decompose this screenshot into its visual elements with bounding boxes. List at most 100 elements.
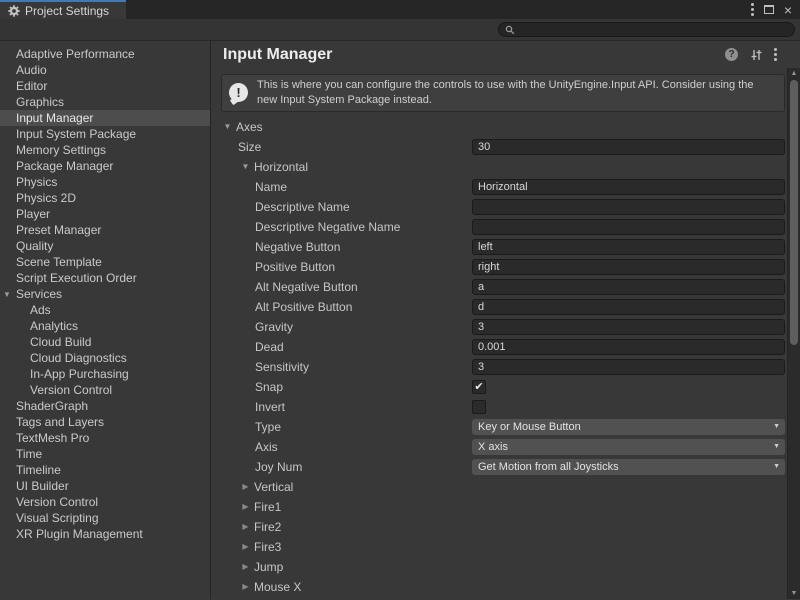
foldout-open-icon[interactable]: ▼ [223,122,232,131]
setting-label[interactable]: Vertical [254,480,293,494]
snap-checkbox[interactable]: ✔ [472,380,486,394]
positive-button-input[interactable] [472,259,785,275]
size-input[interactable] [472,139,785,155]
foldout-open-icon[interactable]: ▼ [241,162,250,171]
tab-project-settings[interactable]: Project Settings [0,0,126,19]
info-icon: ! [229,83,248,102]
sidebar-item-editor[interactable]: Editor [0,78,210,94]
sidebar-item-input-system-package[interactable]: Input System Package [0,126,210,142]
axis-dropdown[interactable]: X axis▼ [472,439,785,455]
close-icon[interactable]: × [784,3,792,17]
setting-label[interactable]: Mouse X [254,580,301,594]
foldout-closed-icon[interactable]: ▶ [241,542,250,551]
sidebar-item-analytics[interactable]: Analytics [0,318,210,334]
dropdown-value: Key or Mouse Button [478,421,581,433]
setting-label: Axis [255,440,278,454]
invert-checkbox[interactable] [472,400,486,414]
foldout-closed-icon[interactable]: ▶ [241,562,250,571]
sidebar-item-textmesh-pro[interactable]: TextMesh Pro [0,430,210,446]
name-input[interactable] [472,179,785,195]
dropdown-arrow-icon: ▼ [773,463,780,470]
sidebar-item-time[interactable]: Time [0,446,210,462]
sidebar-item-label: Scene Template [16,255,102,269]
sidebar-item-cloud-build[interactable]: Cloud Build [0,334,210,350]
descriptive-negative-name-input[interactable] [472,219,785,235]
scroll-up-icon[interactable]: ▲ [788,70,800,77]
alt-positive-button-input[interactable] [472,299,785,315]
scroll-down-icon[interactable]: ▼ [788,590,800,597]
setting-label[interactable]: Fire3 [254,540,281,554]
foldout-closed-icon[interactable]: ▶ [241,522,250,531]
info-box: ! This is where you can configure the co… [221,74,785,112]
setting-label: Name [255,180,287,194]
gravity-input[interactable] [472,319,785,335]
sidebar-item-audio[interactable]: Audio [0,62,210,78]
sidebar-item-ads[interactable]: Ads [0,302,210,318]
sidebar-item-timeline[interactable]: Timeline [0,462,210,478]
setting-label: Dead [255,340,284,354]
more-menu-icon[interactable] [774,53,777,56]
sidebar-item-physics-2d[interactable]: Physics 2D [0,190,210,206]
sidebar-item-graphics[interactable]: Graphics [0,94,210,110]
setting-label[interactable]: Fire2 [254,520,281,534]
sidebar-item-label: Version Control [16,495,98,509]
settings-sidebar: Adaptive PerformanceAudioEditorGraphicsI… [0,41,211,599]
setting-row-sensitivity: Sensitivity [211,357,800,377]
sidebar-item-preset-manager[interactable]: Preset Manager [0,222,210,238]
sidebar-item-label: Cloud Build [30,335,91,349]
foldout-closed-icon[interactable]: ▶ [241,482,250,491]
setting-label: Size [238,140,261,154]
sidebar-item-memory-settings[interactable]: Memory Settings [0,142,210,158]
window-menu-icon[interactable] [751,8,754,11]
sidebar-item-tags-and-layers[interactable]: Tags and Layers [0,414,210,430]
setting-label[interactable]: Fire1 [254,500,281,514]
sidebar-item-physics[interactable]: Physics [0,174,210,190]
scrollbar-thumb[interactable] [790,80,798,345]
sidebar-item-scene-template[interactable]: Scene Template [0,254,210,270]
foldout-closed-icon[interactable]: ▶ [241,502,250,511]
negative-button-input[interactable] [472,239,785,255]
project-settings-window: Project Settings × Adaptive PerformanceA… [0,0,800,599]
sidebar-item-label: ShaderGraph [16,399,88,413]
sidebar-item-label: Graphics [16,95,64,109]
help-icon[interactable]: ? [725,48,738,61]
sidebar-item-input-manager[interactable]: Input Manager [0,110,210,126]
descriptive-name-input[interactable] [472,199,785,215]
sidebar-item-package-manager[interactable]: Package Manager [0,158,210,174]
foldout-open-icon[interactable]: ▼ [3,290,11,299]
setting-label[interactable]: Jump [254,560,283,574]
type-dropdown[interactable]: Key or Mouse Button▼ [472,419,785,435]
sidebar-item-cloud-diagnostics[interactable]: Cloud Diagnostics [0,350,210,366]
sidebar-item-script-execution-order[interactable]: Script Execution Order [0,270,210,286]
setting-label[interactable]: Horizontal [254,160,308,174]
sidebar-item-label: Preset Manager [16,223,101,237]
sidebar-item-shadergraph[interactable]: ShaderGraph [0,398,210,414]
sidebar-item-label: Input System Package [16,127,136,141]
sensitivity-input[interactable] [472,359,785,375]
sidebar-item-xr-plugin-management[interactable]: XR Plugin Management [0,526,210,542]
foldout-closed-icon[interactable]: ▶ [241,582,250,591]
sidebar-item-player[interactable]: Player [0,206,210,222]
sidebar-item-services[interactable]: ▼Services [0,286,210,302]
sidebar-item-version-control[interactable]: Version Control [0,382,210,398]
setting-row-snap: Snap✔ [211,377,800,397]
sidebar-item-visual-scripting[interactable]: Visual Scripting [0,510,210,526]
setting-label: Negative Button [255,240,340,254]
setting-row-alt-positive-button: Alt Positive Button [211,297,800,317]
dead-input[interactable] [472,339,785,355]
presets-icon[interactable] [750,49,762,61]
vertical-scrollbar[interactable]: ▲ ▼ [787,68,800,599]
maximize-icon[interactable] [764,5,774,14]
search-input[interactable] [519,23,788,36]
sidebar-item-version-control[interactable]: Version Control [0,494,210,510]
search-box[interactable] [498,22,795,37]
setting-row-type: TypeKey or Mouse Button▼ [211,417,800,437]
alt-negative-button-input[interactable] [472,279,785,295]
sidebar-item-in-app-purchasing[interactable]: In-App Purchasing [0,366,210,382]
joy-num-dropdown[interactable]: Get Motion from all Joysticks▼ [472,459,785,475]
sidebar-item-adaptive-performance[interactable]: Adaptive Performance [0,46,210,62]
sidebar-item-quality[interactable]: Quality [0,238,210,254]
setting-label[interactable]: Axes [236,120,263,134]
sidebar-item-ui-builder[interactable]: UI Builder [0,478,210,494]
setting-row-mouse-x: ▶ Mouse X [211,577,800,597]
